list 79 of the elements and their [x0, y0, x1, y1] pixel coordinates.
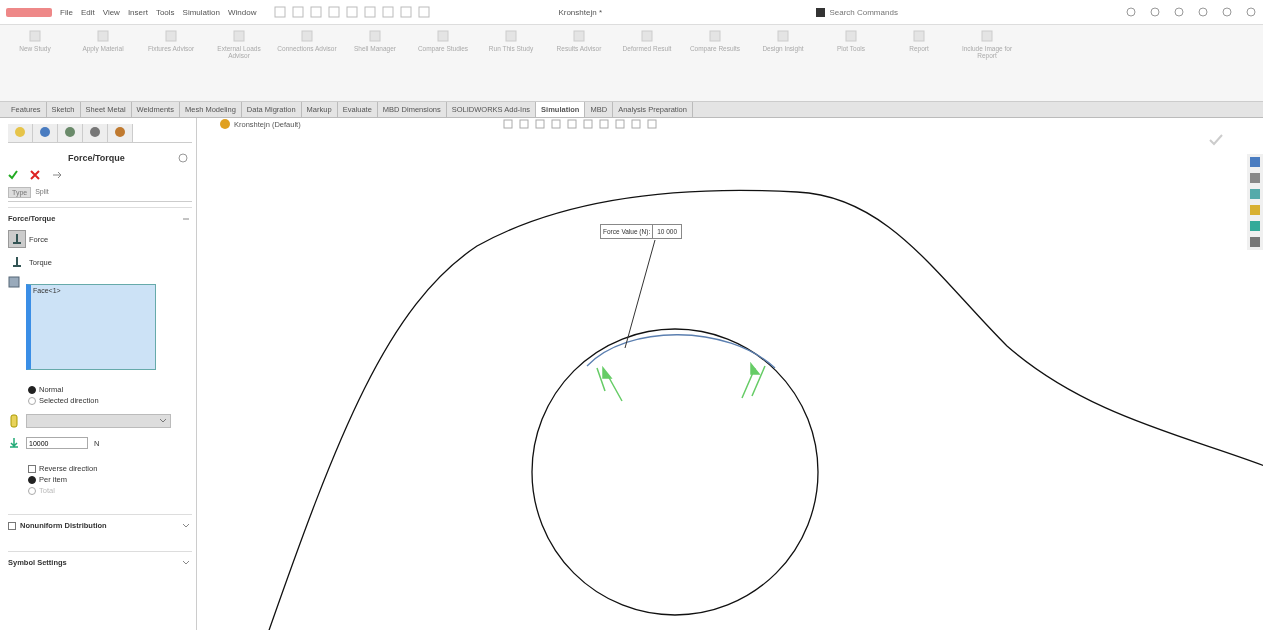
tool-icon: [912, 29, 926, 43]
view-tool-icon[interactable]: [518, 118, 530, 130]
tool-icon: [28, 29, 42, 43]
checkmark-icon: [8, 170, 18, 180]
toolbar-icon: [418, 6, 431, 18]
toolbar-icon: [328, 6, 341, 18]
task-pane-icon[interactable]: [1249, 220, 1261, 232]
load-type-button[interactable]: [8, 230, 26, 248]
view-tool-icon[interactable]: [646, 118, 658, 130]
menu-item[interactable]: Window: [227, 7, 257, 17]
tool-icon: [164, 29, 178, 43]
manager-tab[interactable]: [83, 124, 108, 142]
logo-icon: [816, 7, 826, 17]
task-pane-icon[interactable]: [1249, 172, 1261, 184]
tool-icon: [300, 29, 314, 43]
tool-icon: [436, 29, 450, 43]
menu-item[interactable]: Tools: [155, 7, 175, 17]
tool-icon: [572, 29, 586, 43]
manager-tab[interactable]: [33, 124, 58, 142]
checkbox[interactable]: [28, 464, 36, 473]
tree-icon: [114, 126, 126, 138]
view-tool-icon[interactable]: [614, 118, 626, 130]
radio-button[interactable]: [28, 385, 36, 394]
toolbar-icon: [382, 6, 395, 18]
manager-tab[interactable]: [108, 124, 133, 142]
tree-icon: [14, 126, 26, 138]
tree-icon: [39, 126, 51, 138]
view-tool-icon[interactable]: [550, 118, 562, 130]
menu-item[interactable]: Insert: [127, 7, 148, 17]
menu-item[interactable]: Edit: [80, 7, 95, 17]
view-tool-icon[interactable]: [582, 118, 594, 130]
tool-icon: [504, 29, 518, 43]
tree-icon: [89, 126, 101, 138]
face-icon: [8, 276, 20, 288]
panel-title: Force/Torque: [68, 153, 125, 163]
logo-icon: [6, 7, 52, 17]
tool-icon: [844, 29, 858, 43]
menu-item[interactable]: Simulation: [182, 7, 220, 17]
tool-icon: [96, 29, 110, 43]
task-pane-icon[interactable]: [1249, 204, 1261, 216]
radio-button[interactable]: [28, 475, 36, 484]
radio-button[interactable]: [28, 396, 36, 405]
view-tool-icon[interactable]: [566, 118, 578, 130]
task-pane-icon[interactable]: [1249, 236, 1261, 248]
manager-tab[interactable]: [58, 124, 83, 142]
tool-icon: [232, 29, 246, 43]
task-pane-icon[interactable]: [1249, 188, 1261, 200]
tool-icon: [368, 29, 382, 43]
direction-icon: [8, 414, 20, 428]
view-tool-icon[interactable]: [598, 118, 610, 130]
task-pane-icon[interactable]: [1249, 156, 1261, 168]
view-tool-icon[interactable]: [502, 118, 514, 130]
dropdown[interactable]: [26, 414, 171, 428]
part-icon: [219, 118, 231, 130]
pin-icon: [52, 170, 62, 180]
toolbar-icon: [292, 6, 305, 18]
toolbar-icon: [274, 6, 287, 18]
view-tool-icon[interactable]: [630, 118, 642, 130]
force-icon: [8, 437, 20, 449]
document-title: Kronshtejn *: [558, 7, 603, 17]
caret-icon: [159, 418, 167, 424]
toolbar-icon: [364, 6, 377, 18]
toolbar-icon: [400, 6, 413, 18]
checkmark-icon: [1209, 134, 1223, 146]
torque-icon: [11, 256, 23, 268]
tool-icon: [708, 29, 722, 43]
tool-icon: [980, 29, 994, 43]
menu-item[interactable]: File: [60, 7, 73, 17]
force-icon: [11, 233, 23, 245]
expand-icon: [182, 521, 190, 530]
tool-icon: [776, 29, 790, 43]
tree-icon: [64, 126, 76, 138]
expand-icon: [182, 558, 190, 567]
menu-item[interactable]: View: [102, 7, 120, 17]
view-tool-icon[interactable]: [534, 118, 546, 130]
tool-icon: [640, 29, 654, 43]
toolbar-icon: [346, 6, 359, 18]
toolbar-icon: [310, 6, 323, 18]
checkbox[interactable]: [8, 521, 16, 530]
